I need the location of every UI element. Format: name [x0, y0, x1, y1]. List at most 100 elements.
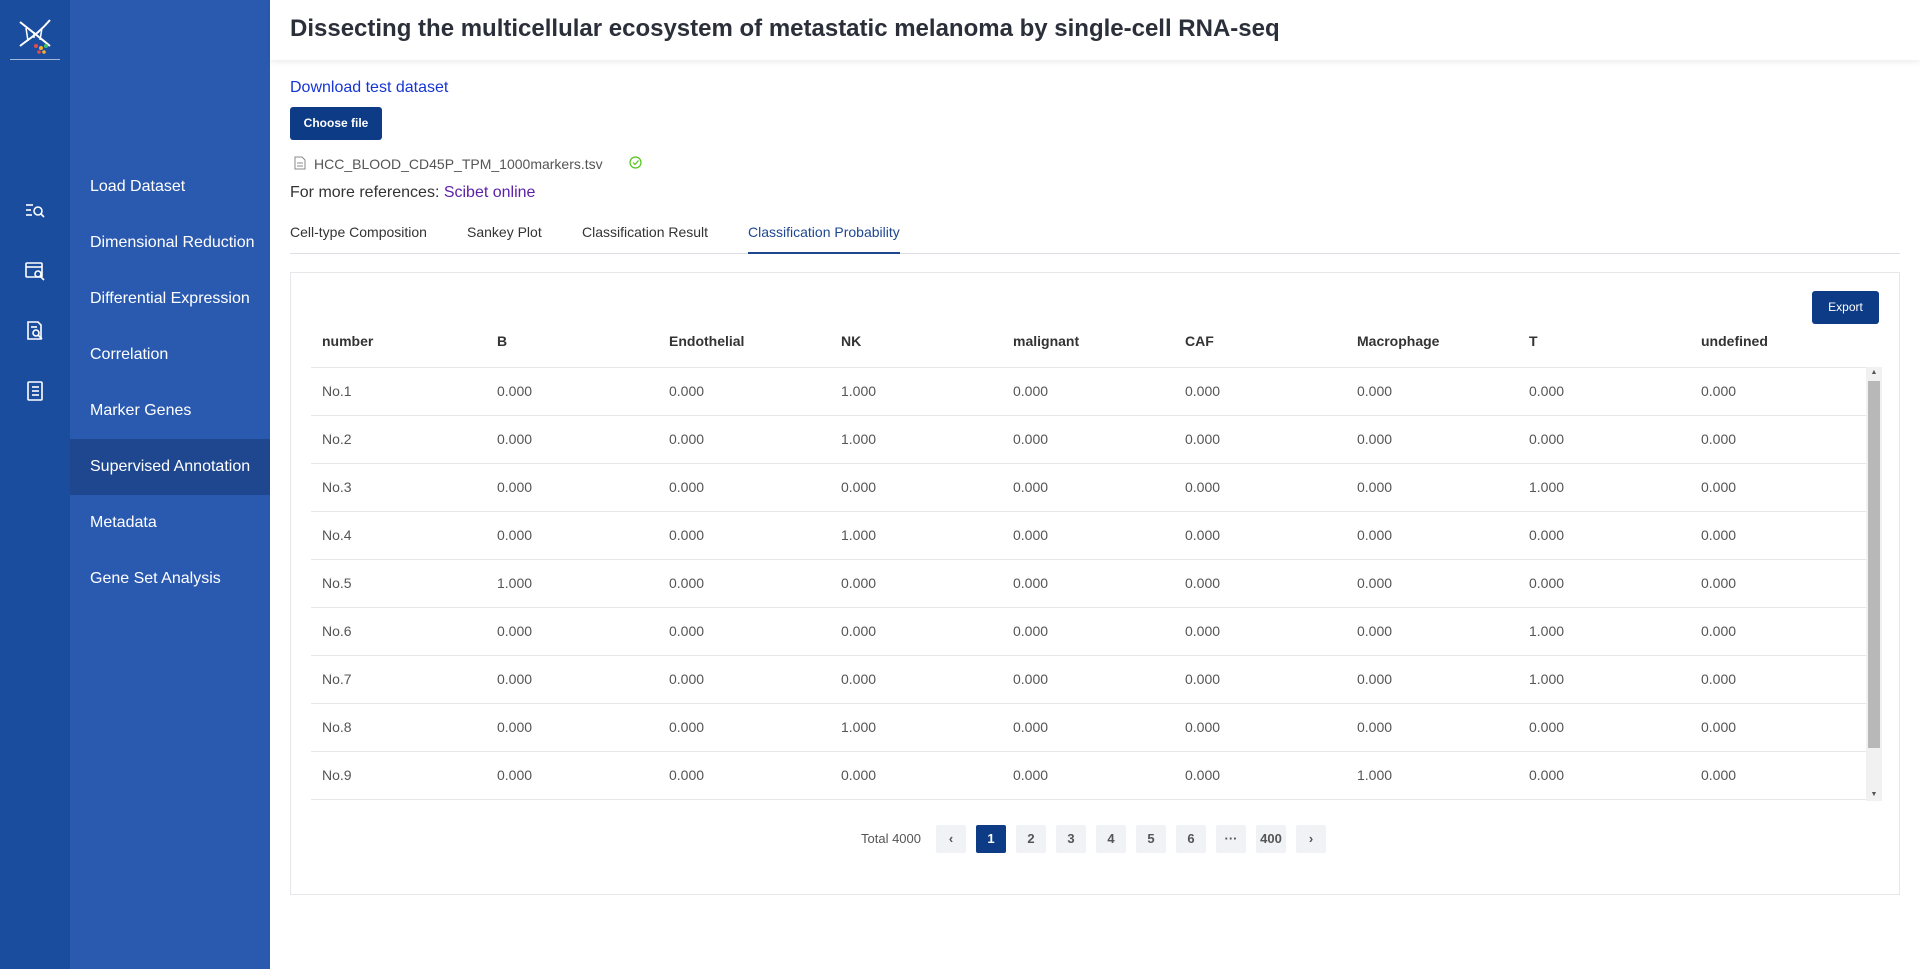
cell-macrophage: 0.000	[1357, 623, 1393, 639]
column-header-undefined[interactable]: undefined	[1701, 333, 1768, 349]
cell-malignant: 0.000	[1013, 767, 1049, 783]
pagination-total: Total 4000	[861, 831, 921, 846]
pagination-page-3[interactable]: 3	[1056, 825, 1086, 853]
search-list-icon[interactable]	[24, 200, 46, 222]
cell-caf: 0.000	[1185, 623, 1221, 639]
cell-caf: 0.000	[1185, 575, 1221, 591]
table-row[interactable]: No.5 1.000 0.000 0.000 0.000 0.000 0.000 0.000 0…	[311, 560, 1867, 608]
choose-file-button[interactable]: Choose file	[290, 107, 382, 140]
column-header-number[interactable]: number	[322, 333, 373, 349]
sidebar-item-dimensional-reduction[interactable]: Dimensional Reduction	[70, 215, 270, 271]
cell-malignant: 0.000	[1013, 719, 1049, 735]
page-header: Dissecting the multicellular ecosystem o…	[270, 0, 1920, 60]
cell-macrophage: 0.000	[1357, 575, 1393, 591]
column-header-b[interactable]: B	[497, 333, 507, 349]
cell-undefined: 0.000	[1701, 383, 1737, 399]
cell-endothelial: 0.000	[669, 527, 705, 543]
notebook-icon[interactable]	[24, 380, 46, 402]
cell-t: 0.000	[1529, 431, 1565, 447]
table-scrollbar[interactable]: ▲ ▼	[1866, 367, 1882, 801]
pagination: Total 4000 ‹ 1 2 3 4 5 6 ··· 400 ›	[291, 825, 1901, 853]
column-header-nk[interactable]: NK	[841, 333, 861, 349]
cell-macrophage: 0.000	[1357, 479, 1393, 495]
pagination-next-button[interactable]: ›	[1296, 825, 1326, 853]
sidebar-item-gene-set-analysis[interactable]: Gene Set Analysis	[70, 551, 270, 607]
cell-nk: 1.000	[841, 383, 877, 399]
cell-undefined: 0.000	[1701, 767, 1737, 783]
table-body[interactable]: No.1 0.000 0.000 1.000 0.000 0.000 0.000 0.000 0…	[311, 367, 1867, 801]
pagination-page-6[interactable]: 6	[1176, 825, 1206, 853]
cell-caf: 0.000	[1185, 767, 1221, 783]
export-button[interactable]: Export	[1812, 291, 1879, 324]
scroll-up-arrow-icon[interactable]: ▲	[1866, 367, 1882, 379]
cell-b: 0.000	[497, 431, 533, 447]
cell-number: No.7	[322, 671, 352, 687]
sidebar-item-correlation[interactable]: Correlation	[70, 327, 270, 383]
table-row[interactable]: No.4 0.000 0.000 1.000 0.000 0.000 0.000 0.000 0…	[311, 512, 1867, 560]
tab-classification-result[interactable]: Classification Result	[582, 224, 708, 254]
tab-classification-probability[interactable]: Classification Probability	[748, 224, 900, 254]
cell-caf: 0.000	[1185, 719, 1221, 735]
pagination-page-400[interactable]: 400	[1256, 825, 1286, 853]
pagination-page-2[interactable]: 2	[1016, 825, 1046, 853]
sidebar-item-supervised-annotation[interactable]: Supervised Annotation	[70, 439, 270, 495]
cell-b: 0.000	[497, 671, 533, 687]
cell-t: 0.000	[1529, 575, 1565, 591]
table-row[interactable]: No.6 0.000 0.000 0.000 0.000 0.000 0.000 1.000 0…	[311, 608, 1867, 656]
column-header-endothelial[interactable]: Endothelial	[669, 333, 744, 349]
success-check-icon	[629, 156, 642, 172]
cell-nk: 0.000	[841, 479, 877, 495]
table-row[interactable]: No.3 0.000 0.000 0.000 0.000 0.000 0.000 1.000 0…	[311, 464, 1867, 512]
document-search-icon[interactable]	[24, 320, 46, 342]
cell-malignant: 0.000	[1013, 671, 1049, 687]
cell-nk: 0.000	[841, 575, 877, 591]
sidebar-item-marker-genes[interactable]: Marker Genes	[70, 383, 270, 439]
pagination-page-5[interactable]: 5	[1136, 825, 1166, 853]
table-row[interactable]: No.7 0.000 0.000 0.000 0.000 0.000 0.000 1.000 0…	[311, 656, 1867, 704]
cell-number: No.6	[322, 623, 352, 639]
scibet-online-link[interactable]: Scibet online	[444, 184, 536, 201]
cell-b: 0.000	[497, 479, 533, 495]
sidebar-item-metadata[interactable]: Metadata	[70, 495, 270, 551]
pagination-page-4[interactable]: 4	[1096, 825, 1126, 853]
tab-sankey-plot[interactable]: Sankey Plot	[467, 224, 542, 254]
cell-number: No.9	[322, 767, 352, 783]
column-header-caf[interactable]: CAF	[1185, 333, 1214, 349]
browser-search-icon[interactable]	[24, 260, 46, 282]
file-name: HCC_BLOOD_CD45P_TPM_1000markers.tsv	[314, 156, 603, 172]
cell-undefined: 0.000	[1701, 431, 1737, 447]
cell-endothelial: 0.000	[669, 383, 705, 399]
cell-macrophage: 0.000	[1357, 719, 1393, 735]
scroll-down-arrow-icon[interactable]: ▼	[1866, 789, 1882, 801]
dna-logo-icon[interactable]	[10, 8, 60, 60]
cell-t: 1.000	[1529, 623, 1565, 639]
icon-rail	[0, 0, 70, 969]
cell-malignant: 0.000	[1013, 575, 1049, 591]
cell-number: No.1	[322, 383, 352, 399]
cell-nk: 0.000	[841, 671, 877, 687]
sidebar-item-differential-expression[interactable]: Differential Expression	[70, 271, 270, 327]
column-header-t[interactable]: T	[1529, 333, 1538, 349]
pagination-prev-button[interactable]: ‹	[936, 825, 966, 853]
column-header-macrophage[interactable]: Macrophage	[1357, 333, 1439, 349]
cell-macrophage: 1.000	[1357, 767, 1393, 783]
cell-macrophage: 0.000	[1357, 383, 1393, 399]
cell-number: No.4	[322, 527, 352, 543]
pagination-page-1[interactable]: 1	[976, 825, 1006, 853]
table-row[interactable]: No.2 0.000 0.000 1.000 0.000 0.000 0.000 0.000 0…	[311, 416, 1867, 464]
tab-cell-type-composition[interactable]: Cell-type Composition	[290, 224, 427, 254]
column-header-malignant[interactable]: malignant	[1013, 333, 1079, 349]
page-title: Dissecting the multicellular ecosystem o…	[290, 15, 1280, 42]
sidebar-item-load-dataset[interactable]: Load Dataset	[70, 159, 270, 215]
download-test-dataset-link[interactable]: Download test dataset	[290, 79, 448, 97]
table-row[interactable]: No.8 0.000 0.000 1.000 0.000 0.000 0.000 0.000 0…	[311, 704, 1867, 752]
cell-malignant: 0.000	[1013, 623, 1049, 639]
cell-caf: 0.000	[1185, 383, 1221, 399]
pagination-more-button[interactable]: ···	[1216, 825, 1246, 853]
table-row[interactable]: No.9 0.000 0.000 0.000 0.000 0.000 1.000 0.000 0…	[311, 752, 1867, 800]
cell-number: No.8	[322, 719, 352, 735]
scrollbar-thumb[interactable]	[1868, 381, 1880, 748]
cell-malignant: 0.000	[1013, 527, 1049, 543]
cell-endothelial: 0.000	[669, 431, 705, 447]
table-row[interactable]: No.1 0.000 0.000 1.000 0.000 0.000 0.000 0.000 0…	[311, 368, 1867, 416]
